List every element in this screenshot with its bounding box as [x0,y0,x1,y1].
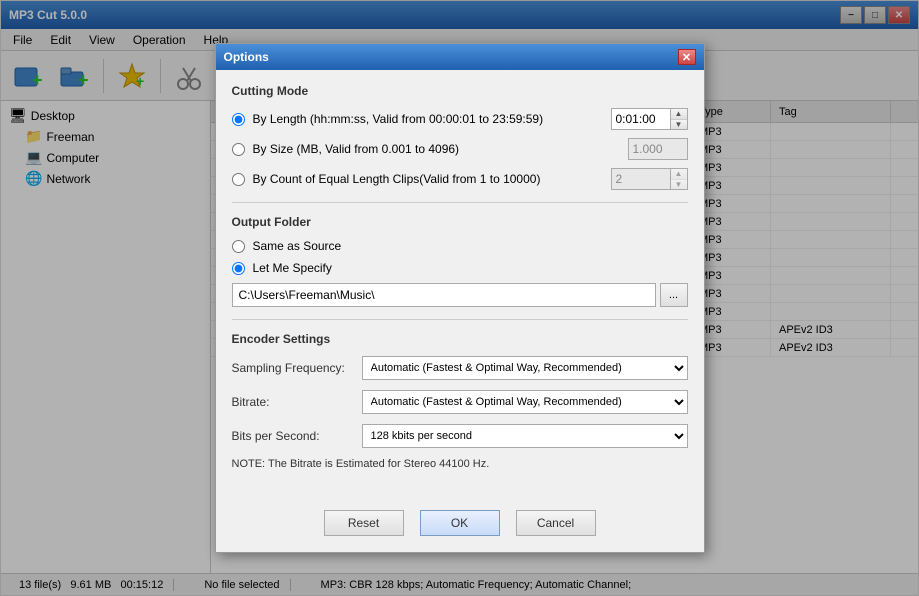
by-length-radio[interactable] [232,113,245,126]
dialog-body: Cutting Mode By Length (hh:mm:ss, Valid … [216,70,704,500]
count-spin-up: ▲ [671,169,687,180]
cutting-mode-section: Cutting Mode By Length (hh:mm:ss, Valid … [232,84,688,190]
sampling-label: Sampling Frequency: [232,361,362,375]
let-me-specify-row: Let Me Specify [232,261,688,275]
browse-button[interactable]: ... [660,283,688,307]
by-count-radio[interactable] [232,173,245,186]
dialog-overlay: Options ✕ Cutting Mode By Length (hh:mm:… [1,1,918,595]
length-spin-up[interactable]: ▲ [671,109,687,120]
bps-select[interactable]: 128 kbits per second 64 kbits per second… [362,424,688,448]
same-as-source-radio[interactable] [232,240,245,253]
output-folder-title: Output Folder [232,215,688,229]
sampling-select[interactable]: Automatic (Fastest & Optimal Way, Recomm… [362,356,688,380]
dialog-close-button[interactable]: ✕ [678,49,696,65]
by-count-label: By Count of Equal Length Clips(Valid fro… [253,172,603,186]
folder-input-row: ... [232,283,688,307]
section-divider-2 [232,319,688,320]
by-size-radio[interactable] [232,143,245,156]
by-size-row: By Size (MB, Valid from 0.001 to 4096) [232,138,688,160]
length-spinbox[interactable] [611,108,671,130]
count-spinbox [611,168,671,190]
encoder-settings-title: Encoder Settings [232,332,688,346]
bps-row: Bits per Second: 128 kbits per second 64… [232,424,688,448]
let-me-specify-radio[interactable] [232,262,245,275]
app-window: MP3 Cut 5.0.0 − □ ✕ File Edit View Opera… [0,0,919,596]
bitrate-label: Bitrate: [232,395,362,409]
by-length-row: By Length (hh:mm:ss, Valid from 00:00:01… [232,108,688,130]
dialog-title-bar: Options ✕ [216,44,704,70]
section-divider-1 [232,202,688,203]
options-dialog: Options ✕ Cutting Mode By Length (hh:mm:… [215,43,705,553]
bitrate-select[interactable]: Automatic (Fastest & Optimal Way, Recomm… [362,390,688,414]
same-as-source-label: Same as Source [253,239,342,253]
by-length-label: By Length (hh:mm:ss, Valid from 00:00:01… [253,112,603,126]
length-spin-down[interactable]: ▼ [671,120,687,130]
encoder-note: NOTE: The Bitrate is Estimated for Stere… [232,458,688,470]
folder-path-input[interactable] [232,283,656,307]
by-size-label: By Size (MB, Valid from 0.001 to 4096) [253,142,620,156]
count-spin-down: ▼ [671,180,687,190]
length-spinbox-wrapper: ▲ ▼ [611,108,688,130]
sampling-row: Sampling Frequency: Automatic (Fastest &… [232,356,688,380]
output-folder-section: Output Folder Same as Source Let Me Spec… [232,215,688,307]
cutting-mode-title: Cutting Mode [232,84,688,98]
dialog-title: Options [224,50,269,64]
same-as-source-row: Same as Source [232,239,688,253]
reset-button[interactable]: Reset [324,510,404,536]
cancel-button[interactable]: Cancel [516,510,596,536]
length-spin-arrows: ▲ ▼ [671,108,688,130]
size-spinbox [628,138,688,160]
count-spinbox-wrapper: ▲ ▼ [611,168,688,190]
dialog-footer: Reset OK Cancel [216,500,704,552]
encoder-settings-section: Encoder Settings Sampling Frequency: Aut… [232,332,688,470]
bitrate-row: Bitrate: Automatic (Fastest & Optimal Wa… [232,390,688,414]
let-me-specify-label: Let Me Specify [253,261,332,275]
by-count-row: By Count of Equal Length Clips(Valid fro… [232,168,688,190]
ok-button[interactable]: OK [420,510,500,536]
bps-label: Bits per Second: [232,429,362,443]
count-spin-arrows: ▲ ▼ [671,168,688,190]
